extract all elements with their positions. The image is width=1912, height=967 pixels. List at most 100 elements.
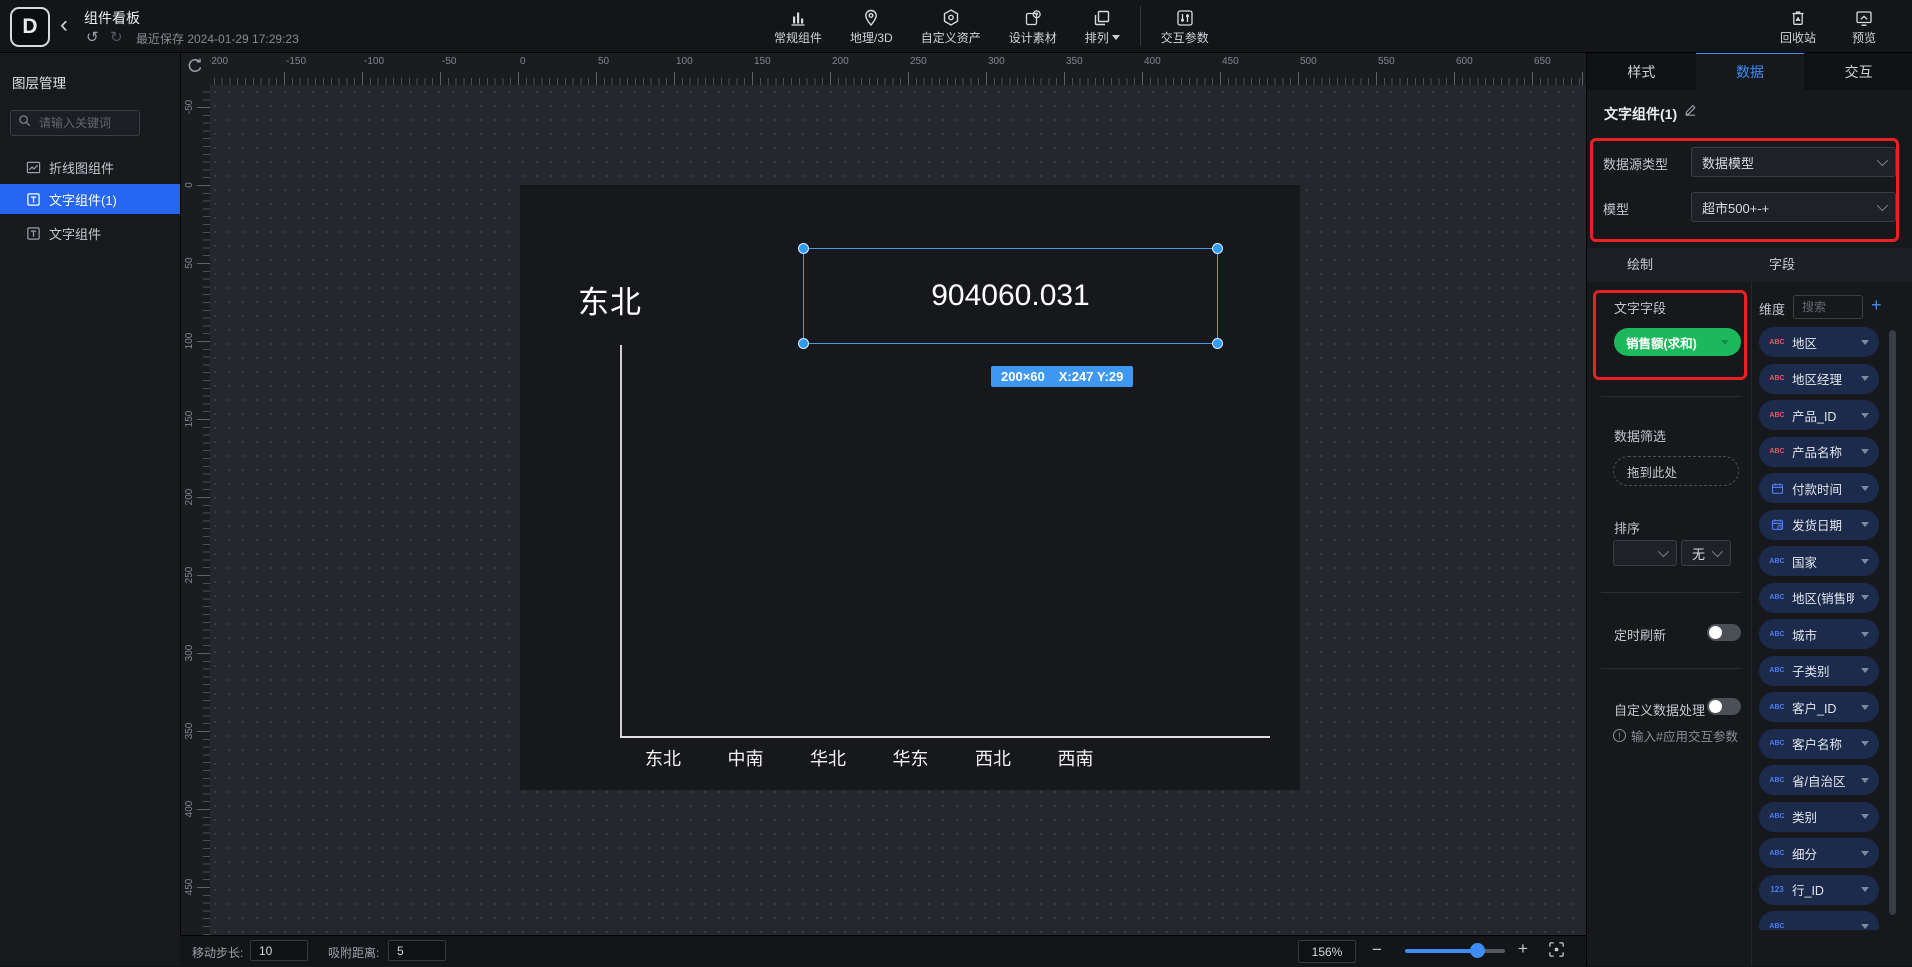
horizontal-ruler: -200-150-100-500501001502002503003504004… [210,52,1586,85]
text-field-type-icon: ABC [1769,339,1785,346]
field-pill-partial[interactable]: ABC [1759,911,1879,930]
selected-text-component[interactable]: 904060.031 [803,248,1218,344]
chart-category-label: 中南 [728,745,764,771]
move-step-input[interactable] [250,940,308,961]
text-component-region[interactable]: 东北 [578,277,642,322]
fit-to-screen-icon[interactable] [1548,941,1565,963]
v-ruler-label: 0 [184,165,196,205]
field-pill-付款时间[interactable]: 付款时间 [1759,473,1879,503]
field-search-input[interactable] [1800,299,1856,315]
field-dropdown-icon [1861,632,1869,637]
layer-item-text-component[interactable]: 文字组件 [0,218,180,248]
sort-order-select[interactable]: 无 [1681,540,1731,566]
v-ruler-label: -50 [184,87,196,127]
model-select[interactable]: 超市500+-+ [1691,192,1896,222]
tab-data[interactable]: 数据 [1696,52,1805,90]
resize-handle-bottom-right[interactable] [1212,338,1223,349]
tool-recycle-bin[interactable]: 回收站 [1766,0,1830,52]
back-button[interactable]: ‹ [60,12,68,38]
tool-geo-3d[interactable]: 地理/3D [836,0,907,52]
field-name: 产品名称 [1792,442,1854,461]
zoom-in-button[interactable]: + [1518,939,1528,959]
subtab-field[interactable]: 字段 [1769,248,1795,282]
layer-item-text-component-1[interactable]: 文字组件(1) [0,184,180,214]
bottom-bar: 移动步长: 吸附距离: 156% − + [180,935,1586,967]
layer-item-line-chart-component[interactable]: 折线图组件 [0,152,180,182]
zoom-percent-box[interactable]: 156% [1298,940,1356,963]
field-pill-国家[interactable]: ABC国家 [1759,546,1879,576]
text-field-type-icon: ABC [1769,412,1785,419]
text-component-value: 904060.031 [804,249,1217,343]
move-step-label: 移动步长: [192,944,243,961]
chevron-down-icon [1877,200,1888,211]
datasource-type-label: 数据源类型 [1603,154,1668,173]
tool-interaction-params[interactable]: 交互参数 [1147,0,1223,52]
redo-icon[interactable]: ↻ [110,28,123,46]
selection-size-tooltip: 200×60 X:247 Y:29 [991,366,1133,387]
tool-preview[interactable]: 预览 [1838,0,1890,52]
tab-style[interactable]: 样式 [1587,52,1696,90]
text-field-type-icon: ABC [1769,558,1785,565]
ruler-refresh-corner[interactable] [180,52,210,85]
field-pill-地区(销售明...[interactable]: ABC地区(销售明... [1759,583,1879,613]
timed-refresh-toggle[interactable] [1707,624,1741,641]
field-pill-客户名称[interactable]: ABC客户名称 [1759,729,1879,759]
subtab-draw[interactable]: 绘制 [1627,248,1653,282]
field-pill-类别[interactable]: ABC类别 [1759,802,1879,832]
field-pill-省/自治区[interactable]: ABC省/自治区 [1759,765,1879,795]
field-pill-地区经理[interactable]: ABC地区经理 [1759,364,1879,394]
preview-icon [1854,6,1874,28]
datasource-type-select[interactable]: 数据模型 [1691,147,1896,177]
field-pill-客户_ID[interactable]: ABC客户_ID [1759,692,1879,722]
field-dropdown-icon [1861,522,1869,527]
field-pill-发货日期[interactable]: 发货日期 [1759,510,1879,540]
layer-search-box[interactable] [10,110,140,136]
rename-pencil-icon[interactable] [1684,104,1697,122]
canvas-workspace[interactable]: 东北 东北中南华北华东西北西南 904060.031 200×60 X:247 … [180,85,1586,935]
custom-processing-toggle[interactable] [1707,698,1741,715]
app-logo[interactable]: D [10,7,50,47]
field-name: 类别 [1792,807,1854,826]
dashboard-canvas[interactable]: 东北 东北中南华北华东西北西南 904060.031 200×60 X:247 … [520,185,1300,790]
tool-custom-assets[interactable]: 自定义资产 [907,0,995,52]
field-name: 地区经理 [1792,369,1854,388]
layer-panel: 图层管理 折线图组件文字组件(1)文字组件 [0,52,181,966]
tool-arrange[interactable]: 排列 [1071,0,1134,52]
field-list-scrollbar[interactable] [1889,330,1896,915]
field-name: 地区(销售明... [1792,588,1854,607]
custom-processing-label: 自定义数据处理 [1614,700,1705,719]
field-pill-产品_ID[interactable]: ABC产品_ID [1759,400,1879,430]
resize-handle-bottom-left[interactable] [798,338,809,349]
resize-handle-top-left[interactable] [798,243,809,254]
snap-distance-input[interactable] [388,940,446,961]
sort-field-select[interactable] [1613,540,1677,566]
field-pill-子类别[interactable]: ABC子类别 [1759,656,1879,686]
text-field-type-icon: ABC [1769,704,1785,711]
field-pill-行_ID[interactable]: 123行_ID [1759,875,1879,905]
layer-item-label: 文字组件 [49,224,101,243]
layer-item-label: 折线图组件 [49,158,114,177]
filter-drop-zone[interactable]: 拖到此处 [1613,456,1739,486]
undo-icon[interactable]: ↺ [86,28,99,46]
field-pill-细分[interactable]: ABC细分 [1759,838,1879,868]
h-ruler-label: 600 [1456,56,1473,67]
zoom-out-button[interactable]: − [1372,940,1382,960]
field-search-box[interactable] [1793,295,1863,319]
params-icon [1175,6,1195,28]
field-name: 子类别 [1792,661,1854,680]
zoom-slider[interactable] [1405,949,1505,953]
tool-design-assets[interactable]: 设计素材 [995,0,1071,52]
text-field-value-pill[interactable]: 销售额(求和) [1614,328,1741,356]
field-pill-城市[interactable]: ABC城市 [1759,619,1879,649]
tab-interaction[interactable]: 交互 [1804,52,1912,90]
resize-handle-top-right[interactable] [1212,243,1223,254]
field-pill-地区[interactable]: ABC地区 [1759,327,1879,357]
tool-label: 预览 [1852,29,1876,46]
component-title: 文字组件(1) [1604,104,1677,124]
layer-search-input[interactable] [37,115,132,131]
refresh-icon[interactable] [186,57,204,80]
field-pill-产品名称[interactable]: ABC产品名称 [1759,437,1879,467]
add-field-button[interactable]: + [1871,295,1882,315]
tool-regular-components[interactable]: 常规组件 [760,0,836,52]
zoom-slider-knob[interactable] [1470,943,1485,958]
